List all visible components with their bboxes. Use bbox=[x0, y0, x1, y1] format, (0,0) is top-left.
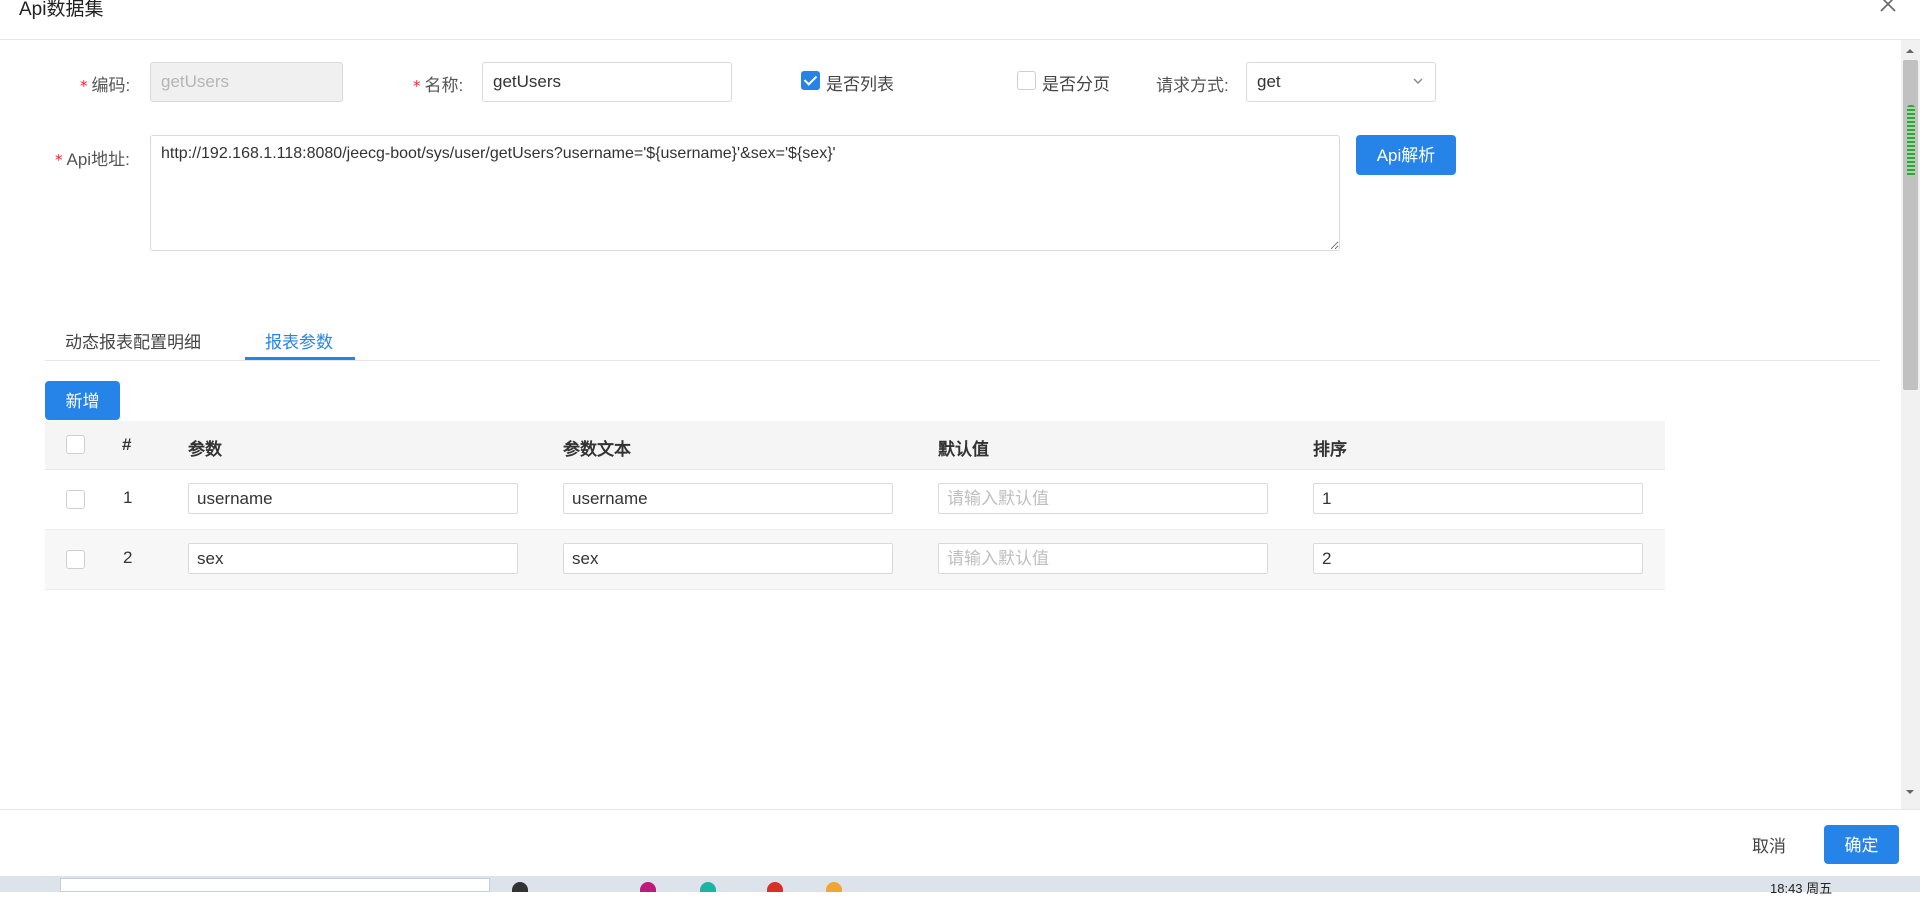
order-input[interactable] bbox=[1313, 483, 1643, 514]
taskbar-app-icon[interactable] bbox=[826, 882, 842, 892]
taskbar-search-box[interactable] bbox=[60, 878, 490, 892]
table-row: 1 bbox=[45, 470, 1665, 530]
is-list-label: 是否列表 bbox=[826, 75, 894, 94]
column-header-index: # bbox=[122, 435, 132, 454]
close-icon[interactable] bbox=[1878, 0, 1898, 14]
method-value: get bbox=[1257, 72, 1281, 91]
taskbar-app-icon[interactable] bbox=[700, 882, 716, 892]
name-label: * 名称: bbox=[413, 76, 464, 95]
chevron-down-icon bbox=[1413, 78, 1423, 84]
column-header-param: 参数 bbox=[188, 440, 222, 459]
taskbar-clock: 18:43 周五 bbox=[1770, 881, 1833, 896]
scroll-indicator-icon bbox=[1907, 105, 1915, 177]
row-checkbox[interactable] bbox=[66, 490, 85, 509]
param-text-input[interactable] bbox=[563, 543, 893, 574]
select-all-checkbox[interactable] bbox=[66, 435, 85, 454]
code-input[interactable] bbox=[150, 62, 343, 102]
tab-report-params[interactable]: 报表参数 bbox=[265, 328, 333, 353]
method-select[interactable]: get bbox=[1246, 62, 1436, 102]
is-paged-checkbox[interactable] bbox=[1017, 71, 1036, 90]
is-list-checkbox[interactable] bbox=[801, 71, 820, 90]
add-row-button[interactable]: 新增 bbox=[45, 381, 120, 420]
required-mark: * bbox=[55, 151, 63, 169]
default-value-input[interactable] bbox=[938, 543, 1268, 574]
column-header-order: 排序 bbox=[1313, 440, 1347, 459]
row-checkbox[interactable] bbox=[66, 550, 85, 569]
is-paged-label: 是否分页 bbox=[1042, 75, 1110, 94]
confirm-button[interactable]: 确定 bbox=[1824, 825, 1899, 864]
header-divider bbox=[0, 39, 1920, 40]
modal-title: Api数据集 bbox=[19, 0, 104, 20]
api-parse-button[interactable]: Api解析 bbox=[1356, 135, 1456, 175]
taskbar-app-icon[interactable] bbox=[767, 882, 783, 892]
table-row: 2 bbox=[45, 530, 1665, 590]
column-header-default: 默认值 bbox=[938, 440, 989, 459]
scroll-up-arrow-icon[interactable] bbox=[1905, 46, 1915, 56]
order-input[interactable] bbox=[1313, 543, 1643, 574]
footer-divider bbox=[0, 809, 1920, 810]
table-header: # 参数 参数文本 默认值 排序 bbox=[45, 421, 1665, 470]
tabs-divider bbox=[45, 360, 1880, 361]
taskbar-app-icon[interactable] bbox=[640, 882, 656, 892]
name-input[interactable] bbox=[482, 62, 732, 102]
tab-report-config-detail[interactable]: 动态报表配置明细 bbox=[65, 328, 201, 353]
param-input[interactable] bbox=[188, 483, 518, 514]
api-url-textarea[interactable] bbox=[150, 135, 1340, 251]
method-label: 请求方式: bbox=[1156, 76, 1229, 95]
required-mark: * bbox=[80, 77, 88, 95]
row-index: 2 bbox=[123, 548, 133, 567]
cancel-button[interactable]: 取消 bbox=[1752, 832, 1786, 857]
api-url-label: * Api地址: bbox=[55, 150, 130, 169]
taskbar-app-icon[interactable] bbox=[512, 882, 528, 892]
param-text-input[interactable] bbox=[563, 483, 893, 514]
scroll-down-arrow-icon[interactable] bbox=[1905, 787, 1915, 797]
column-header-param-text: 参数文本 bbox=[563, 440, 631, 459]
code-label: * 编码: bbox=[80, 76, 131, 95]
row-index: 1 bbox=[123, 488, 133, 507]
required-mark: * bbox=[413, 77, 421, 95]
param-input[interactable] bbox=[188, 543, 518, 574]
default-value-input[interactable] bbox=[938, 483, 1268, 514]
